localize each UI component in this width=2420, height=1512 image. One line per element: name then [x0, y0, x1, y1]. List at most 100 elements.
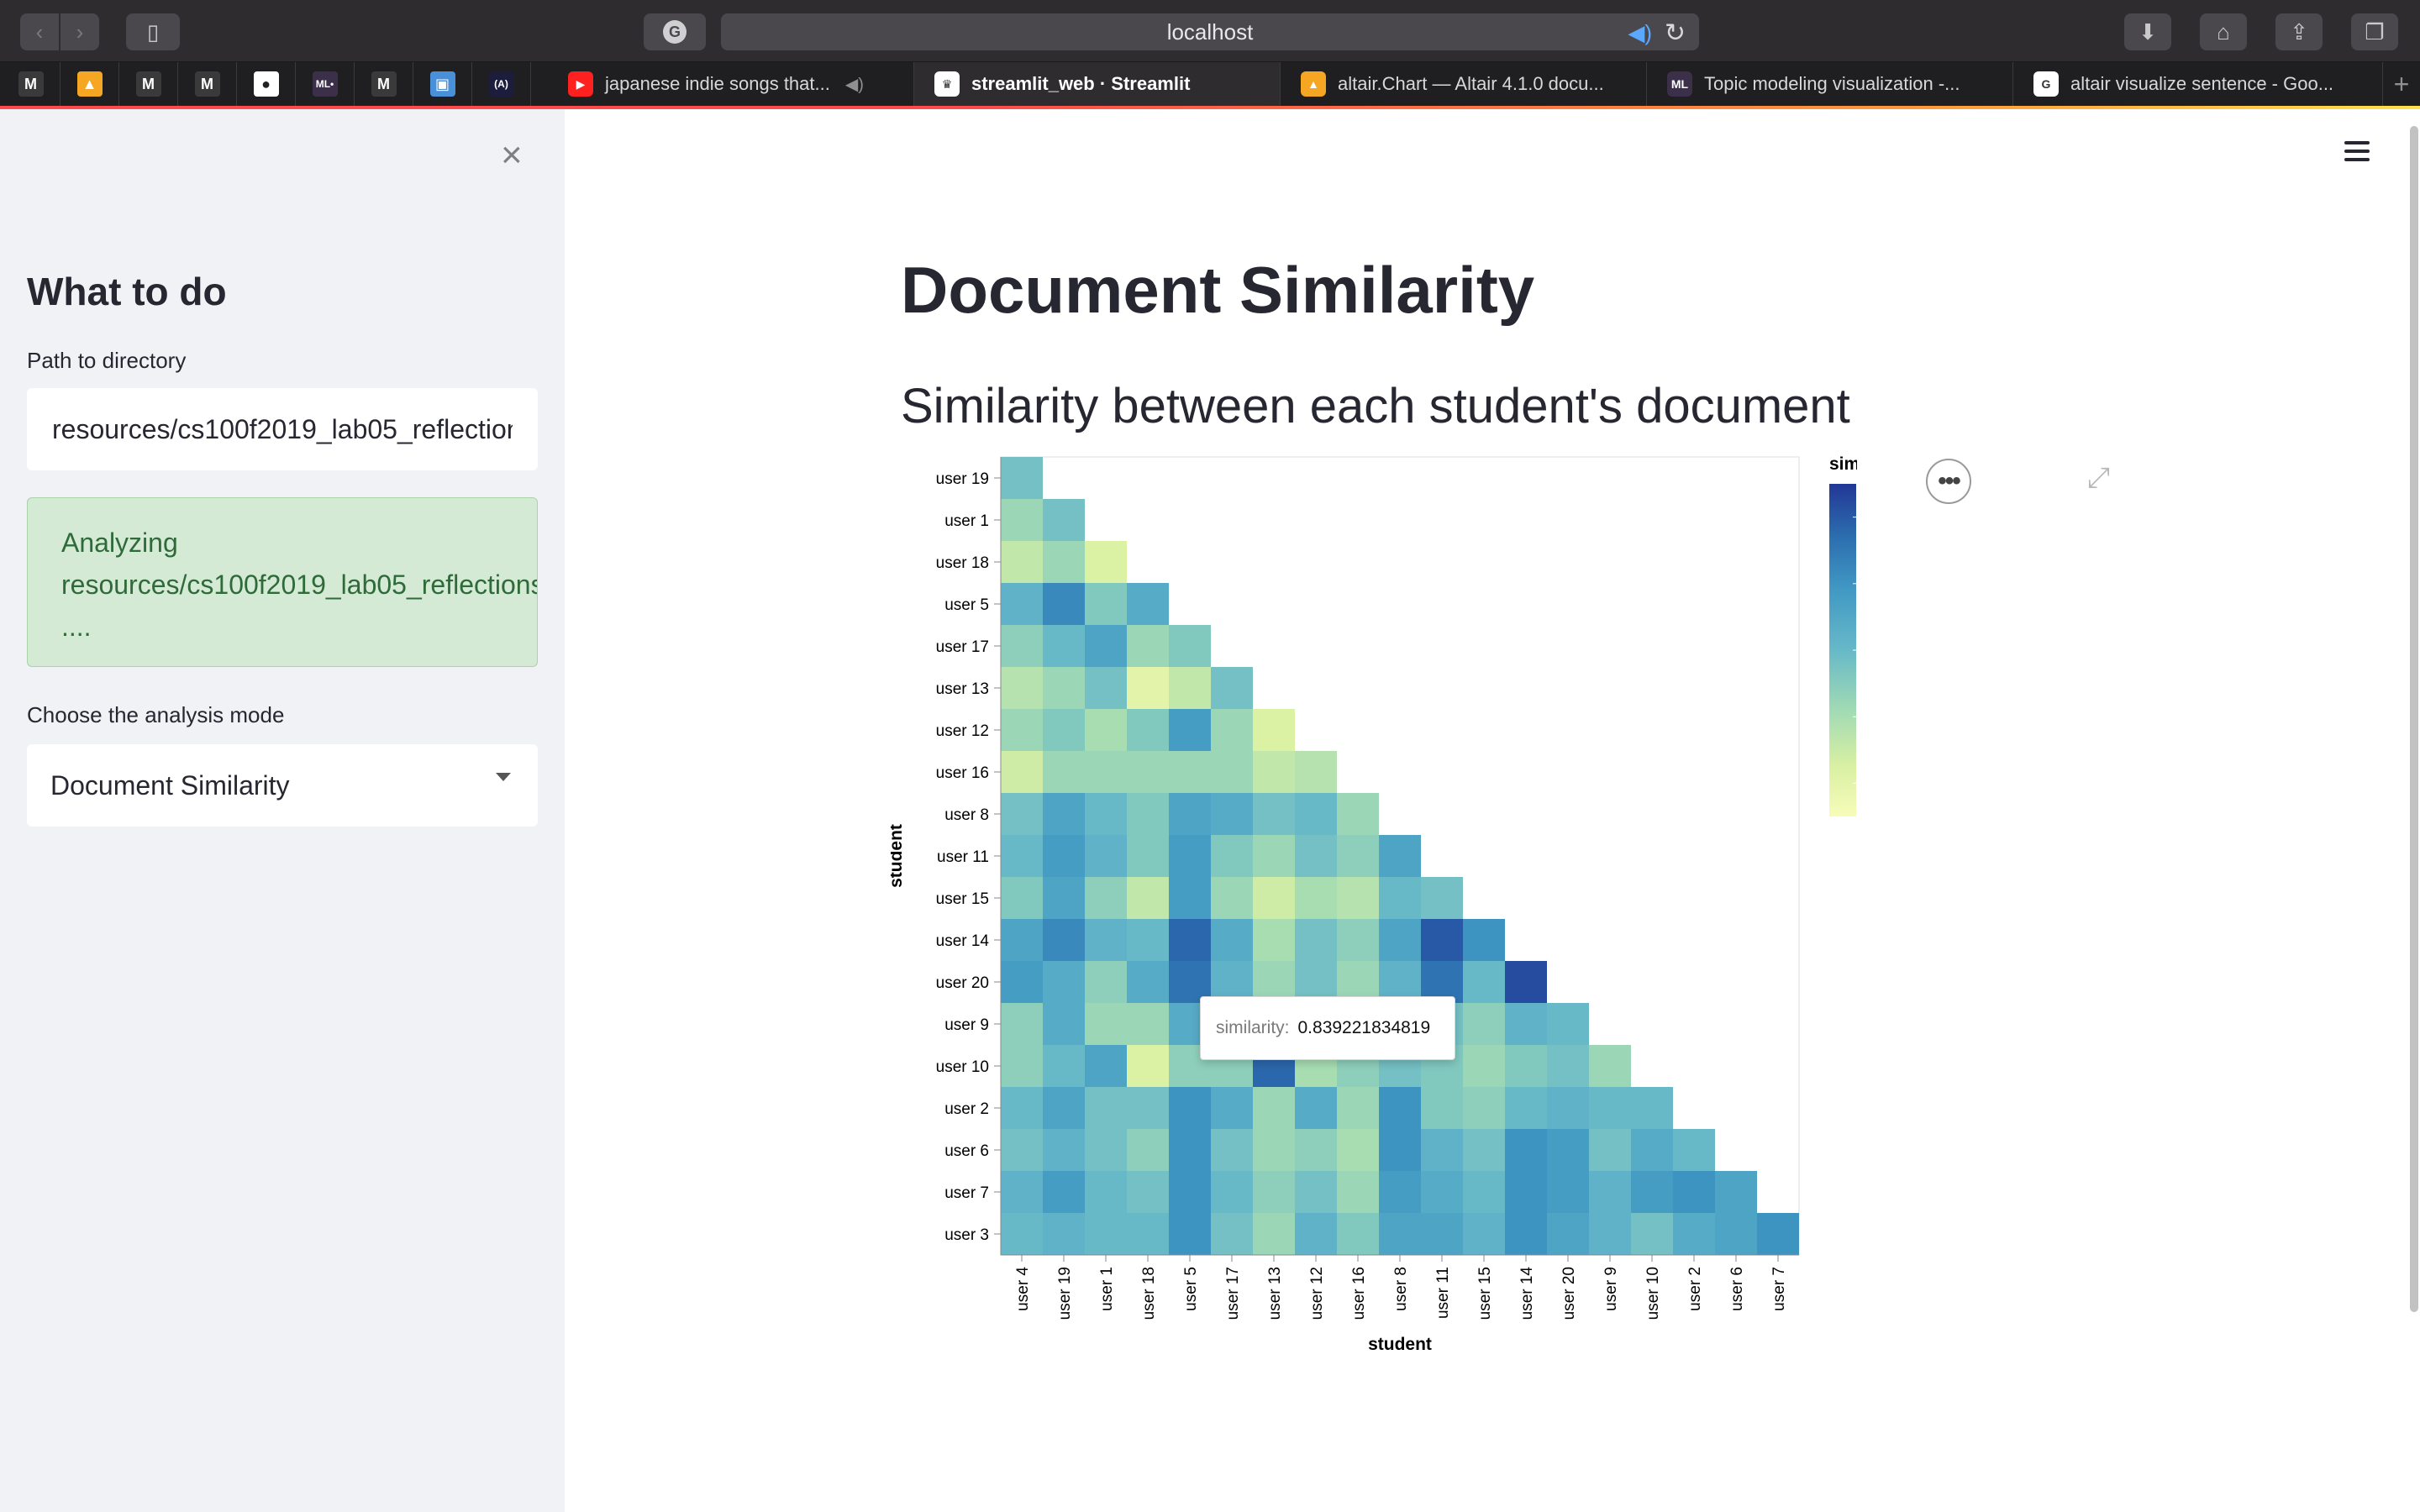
heatmap-cell[interactable]: [1043, 751, 1085, 793]
home-button[interactable]: ⌂: [2200, 13, 2247, 50]
browser-tab[interactable]: ML Topic modeling visualization -...: [1647, 62, 2013, 106]
heatmap-cell[interactable]: [1043, 1171, 1085, 1213]
heatmap-cell[interactable]: [1295, 793, 1337, 835]
heatmap-cell[interactable]: [1379, 919, 1421, 961]
heatmap-cell[interactable]: [1253, 1087, 1295, 1129]
heatmap-cell[interactable]: [1127, 1003, 1169, 1045]
heatmap-cell[interactable]: [1295, 877, 1337, 919]
grammarly-button[interactable]: G: [644, 13, 706, 50]
heatmap-cell[interactable]: [1001, 961, 1043, 1003]
heatmap-cell[interactable]: [1001, 541, 1043, 583]
heatmap-cell[interactable]: [1757, 1213, 1799, 1255]
heatmap-cell[interactable]: [1001, 457, 1043, 499]
heatmap-cell[interactable]: [1379, 1213, 1421, 1255]
heatmap-cell[interactable]: [1085, 961, 1127, 1003]
fullscreen-icon[interactable]: ⤢: [2087, 462, 2110, 495]
heatmap-cell[interactable]: [1211, 919, 1253, 961]
heatmap-cell[interactable]: [1127, 1045, 1169, 1087]
browser-tab[interactable]: Galtair visualize sentence - Goo...: [2013, 62, 2383, 106]
heatmap-cell[interactable]: [1169, 1129, 1211, 1171]
heatmap-cell[interactable]: [1631, 1129, 1673, 1171]
heatmap-cell[interactable]: [1169, 793, 1211, 835]
heatmap-cell[interactable]: [1295, 1087, 1337, 1129]
heatmap-cell[interactable]: [1169, 877, 1211, 919]
heatmap-cell[interactable]: [1127, 877, 1169, 919]
heatmap-cell[interactable]: [1631, 1171, 1673, 1213]
heatmap-cell[interactable]: [1715, 1171, 1757, 1213]
heatmap-cell[interactable]: [1421, 919, 1463, 961]
heatmap-cell[interactable]: [1421, 1171, 1463, 1213]
heatmap-cell[interactable]: [1169, 709, 1211, 751]
heatmap-cell[interactable]: [1379, 835, 1421, 877]
heatmap-cell[interactable]: [1421, 1213, 1463, 1255]
heatmap-cell[interactable]: [1001, 751, 1043, 793]
analysis-mode-select[interactable]: Document Similarity: [27, 744, 538, 827]
heatmap-cell[interactable]: [1043, 541, 1085, 583]
heatmap-cell[interactable]: [1295, 835, 1337, 877]
heatmap-cell[interactable]: [1043, 1003, 1085, 1045]
heatmap-cell[interactable]: [1127, 1087, 1169, 1129]
download-button[interactable]: ⬇: [2124, 13, 2171, 50]
heatmap-cell[interactable]: [1001, 709, 1043, 751]
forward-button[interactable]: ›: [60, 13, 99, 50]
heatmap-cell[interactable]: [1463, 1003, 1505, 1045]
pinned-tab[interactable]: M: [178, 62, 237, 106]
heatmap-cell[interactable]: [1463, 1129, 1505, 1171]
heatmap-cell[interactable]: [1295, 1213, 1337, 1255]
heatmap-cell[interactable]: [1253, 709, 1295, 751]
heatmap-cell[interactable]: [1127, 751, 1169, 793]
heatmap-cell[interactable]: [1631, 1087, 1673, 1129]
heatmap-cell[interactable]: [1463, 1171, 1505, 1213]
heatmap-cell[interactable]: [1211, 751, 1253, 793]
heatmap-cell[interactable]: [1547, 1087, 1589, 1129]
heatmap-cell[interactable]: [1001, 1087, 1043, 1129]
heatmap-cell[interactable]: [1043, 919, 1085, 961]
heatmap-cell[interactable]: [1211, 1213, 1253, 1255]
heatmap-cell[interactable]: [1127, 1171, 1169, 1213]
heatmap-cell[interactable]: [1253, 793, 1295, 835]
heatmap-cell[interactable]: [1001, 1129, 1043, 1171]
reload-icon[interactable]: ↻: [1665, 18, 1686, 48]
browser-tab[interactable]: ▲ altair.Chart — Altair 4.1.0 docu...: [1281, 62, 1647, 106]
heatmap-cell[interactable]: [1169, 1171, 1211, 1213]
pinned-tab[interactable]: (A): [472, 62, 531, 106]
heatmap-cell[interactable]: [1463, 961, 1505, 1003]
speaker-icon[interactable]: ◀): [845, 74, 864, 95]
pinned-tab[interactable]: ML•: [296, 62, 355, 106]
heatmap-cell[interactable]: [1589, 1087, 1631, 1129]
heatmap-cell[interactable]: [1085, 1171, 1127, 1213]
heatmap-cell[interactable]: [1043, 583, 1085, 625]
heatmap-cell[interactable]: [1547, 1045, 1589, 1087]
heatmap-cell[interactable]: [1043, 793, 1085, 835]
heatmap-cell[interactable]: [1001, 1045, 1043, 1087]
share-button[interactable]: ⇪: [2275, 13, 2323, 50]
heatmap-cell[interactable]: [1211, 1087, 1253, 1129]
heatmap-cell[interactable]: [1379, 1129, 1421, 1171]
heatmap-cell[interactable]: [1085, 835, 1127, 877]
heatmap-cell[interactable]: [1211, 1171, 1253, 1213]
heatmap-cell[interactable]: [1295, 919, 1337, 961]
heatmap-cell[interactable]: [1253, 1213, 1295, 1255]
address-bar[interactable]: localhost ◀) ↻: [721, 13, 1699, 50]
heatmap-cell[interactable]: [1001, 793, 1043, 835]
heatmap-cell[interactable]: [1169, 919, 1211, 961]
speaker-icon[interactable]: ◀): [1628, 20, 1652, 46]
heatmap-cell[interactable]: [1127, 961, 1169, 1003]
heatmap-cell[interactable]: [1547, 1171, 1589, 1213]
heatmap-cell[interactable]: [1085, 667, 1127, 709]
heatmap-cell[interactable]: [1505, 1129, 1547, 1171]
heatmap-cell[interactable]: [1043, 667, 1085, 709]
heatmap-cell[interactable]: [1547, 1003, 1589, 1045]
heatmap-cell[interactable]: [1085, 1129, 1127, 1171]
pinned-tab[interactable]: ●: [237, 62, 296, 106]
back-button[interactable]: ‹: [20, 13, 59, 50]
heatmap-cell[interactable]: [1505, 961, 1547, 1003]
heatmap-cell[interactable]: [1085, 877, 1127, 919]
heatmap-cell[interactable]: [1085, 919, 1127, 961]
heatmap-cell[interactable]: [1169, 1087, 1211, 1129]
heatmap-cell[interactable]: [1169, 625, 1211, 667]
heatmap-cell[interactable]: [1127, 667, 1169, 709]
heatmap-cell[interactable]: [1043, 499, 1085, 541]
heatmap-cell[interactable]: [1085, 541, 1127, 583]
heatmap-cell[interactable]: [1001, 919, 1043, 961]
